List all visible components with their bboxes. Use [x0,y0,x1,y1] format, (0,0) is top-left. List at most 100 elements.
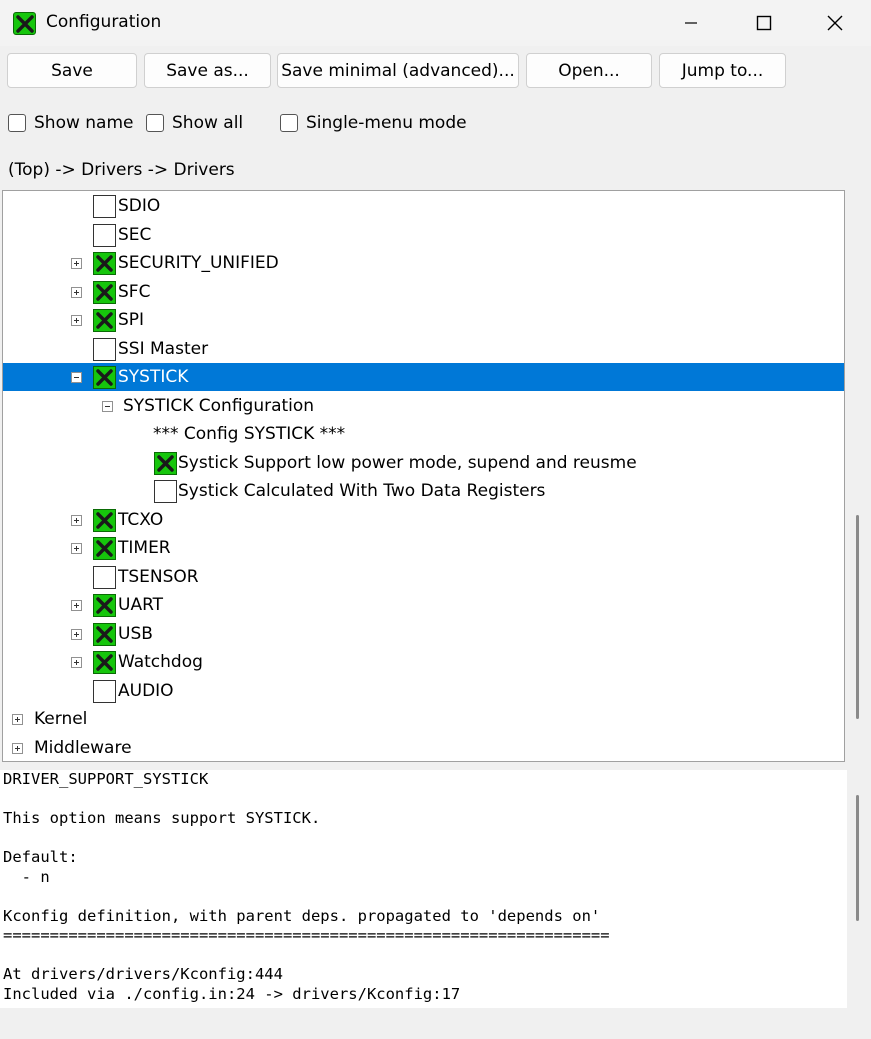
close-button[interactable] [815,8,855,38]
tree-item-systick-two-registers[interactable]: Systick Calculated With Two Data Registe… [3,477,844,505]
checkbox-checked[interactable] [93,594,116,617]
expand-icon[interactable] [71,315,82,326]
window-title: Configuration [46,12,162,32]
tree-item-label: Kernel [34,709,88,729]
info-separator: ========================================… [3,926,610,944]
app-icon [13,12,36,35]
checkbox-unchecked[interactable] [93,195,116,218]
maximize-icon [756,15,772,31]
tree-item-label: Systick Calculated With Two Data Registe… [178,481,546,501]
tree-item-sdio[interactable]: SDIO [3,192,844,220]
expand-icon[interactable] [71,258,82,269]
tree-item-usb[interactable]: USB [3,620,844,648]
info-scrollbar[interactable] [856,795,859,921]
tree-item-label: *** Config SYSTICK *** [153,424,346,444]
tree-item-label: SYSTICK [118,367,189,387]
checkbox-checked[interactable] [93,651,116,674]
open-button[interactable]: Open... [526,53,652,88]
info-default-label: Default: [3,848,78,866]
show-name-option[interactable]: Show name [8,112,134,134]
checkbox-checked[interactable] [93,537,116,560]
collapse-icon[interactable] [102,401,113,412]
single-menu-checkbox[interactable] [280,114,298,132]
show-name-checkbox[interactable] [8,114,26,132]
tree-item-sec[interactable]: SEC [3,221,844,249]
checkbox-unchecked[interactable] [154,480,177,503]
tree-item-tcxo[interactable]: TCXO [3,506,844,534]
checkbox-unchecked[interactable] [93,566,116,589]
tree-item-label: UART [118,595,164,615]
tree-item-label: USB [118,624,153,644]
tree-item-label: SPI [118,310,145,330]
info-symbol: DRIVER_SUPPORT_SYSTICK [3,770,209,788]
checkbox-unchecked[interactable] [93,224,116,247]
tree-item-comment: *** Config SYSTICK *** [3,420,844,448]
expand-icon[interactable] [71,629,82,640]
expand-icon[interactable] [71,543,82,554]
tree-item-watchdog[interactable]: Watchdog [3,648,844,676]
info-location: At drivers/drivers/Kconfig:444 [3,965,283,983]
checkbox-checked[interactable] [93,509,116,532]
tree-item-label: AUDIO [118,681,174,701]
tree-item-kernel[interactable]: Kernel [3,705,844,733]
expand-icon[interactable] [71,600,82,611]
tree-item-systick[interactable]: SYSTICK [3,363,844,391]
tree-item-security-unified[interactable]: SECURITY_UNIFIED [3,249,844,277]
checkbox-unchecked[interactable] [93,338,116,361]
info-description: This option means support SYSTICK. [3,809,321,827]
tree-item-label: SEC [118,225,152,245]
checkbox-unchecked[interactable] [93,680,116,703]
tree-item-label: SYSTICK Configuration [123,396,315,416]
checkbox-checked[interactable] [93,366,116,389]
minimize-button[interactable] [671,8,711,38]
breadcrumb: (Top) -> Drivers -> Drivers [8,160,235,180]
info-panel: DRIVER_SUPPORT_SYSTICK​This option means… [0,770,847,1008]
minimize-icon [685,22,697,24]
tree-item-sfc[interactable]: SFC [3,278,844,306]
tree-item-tsensor[interactable]: TSENSOR [3,563,844,591]
checkbox-checked[interactable] [93,281,116,304]
save-as-button[interactable]: Save as... [144,53,271,88]
checkbox-checked[interactable] [93,252,116,275]
tree-item-label: SDIO [118,196,161,216]
tree-item-label: TSENSOR [118,567,199,587]
expand-icon[interactable] [12,714,23,725]
save-minimal-button[interactable]: Save minimal (advanced)... [277,53,519,88]
tree-item-label: Systick Support low power mode, supend a… [178,453,637,473]
close-icon [827,15,843,31]
show-name-label: Show name [34,113,134,133]
checkbox-checked[interactable] [93,309,116,332]
tree-item-label: SFC [118,282,151,302]
tree-item-systick-configuration[interactable]: SYSTICK Configuration [3,392,844,420]
tree-item-ssi-master[interactable]: SSI Master [3,335,844,363]
show-all-checkbox[interactable] [146,114,164,132]
maximize-button[interactable] [744,8,784,38]
single-menu-label: Single-menu mode [306,113,467,133]
tree-scrollbar[interactable] [856,515,859,719]
checkbox-checked[interactable] [154,452,177,475]
expand-icon[interactable] [12,743,23,754]
jump-to-button[interactable]: Jump to... [659,53,786,88]
expand-icon[interactable] [71,515,82,526]
tree-item-audio[interactable]: AUDIO [3,677,844,705]
single-menu-option[interactable]: Single-menu mode [280,112,467,134]
tree-item-label: SECURITY_UNIFIED [118,253,279,273]
expand-icon[interactable] [71,657,82,668]
tree-item-uart[interactable]: UART [3,591,844,619]
info-included-via: Included via ./config.in:24 -> drivers/K… [3,984,461,1003]
tree-item-label: TIMER [118,538,171,558]
tree-item-spi[interactable]: SPI [3,306,844,334]
checkbox-checked[interactable] [93,623,116,646]
save-button[interactable]: Save [7,53,137,88]
tree-item-middleware[interactable]: Middleware [3,734,844,761]
tree-item-systick-lowpower[interactable]: Systick Support low power mode, supend a… [3,449,844,477]
tree-item-label: SSI Master [118,339,209,359]
config-tree[interactable]: SDIO SEC SECURITY_UNIFIED SFC SPI SSI Ma… [2,190,845,762]
info-kconfig-definition: Kconfig definition, with parent deps. pr… [3,906,601,925]
expand-icon[interactable] [71,287,82,298]
show-all-option[interactable]: Show all [146,112,243,134]
tree-item-timer[interactable]: TIMER [3,534,844,562]
collapse-icon[interactable] [71,372,82,383]
show-all-label: Show all [172,113,244,133]
info-default-value: - n [3,867,50,886]
